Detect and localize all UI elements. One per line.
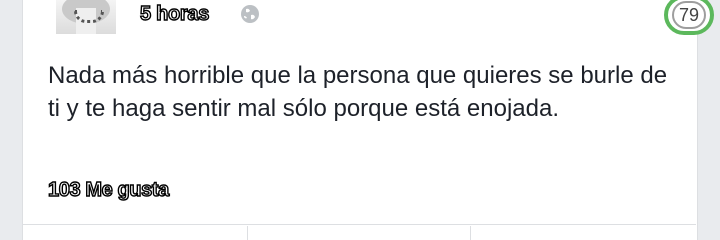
share-action-button[interactable]: [471, 225, 695, 240]
globe-icon: [241, 5, 259, 23]
avatar[interactable]: [56, 0, 116, 34]
post-timestamp[interactable]: 5 horas: [139, 2, 210, 26]
score-value: 79: [672, 1, 706, 29]
likes-count[interactable]: 103 Me gusta: [47, 178, 170, 202]
like-action-button[interactable]: [23, 225, 247, 240]
post-text: Nada más horrible que la persona que qui…: [48, 62, 668, 122]
score-badge: 79: [664, 0, 714, 35]
comment-action-button[interactable]: [248, 225, 470, 240]
